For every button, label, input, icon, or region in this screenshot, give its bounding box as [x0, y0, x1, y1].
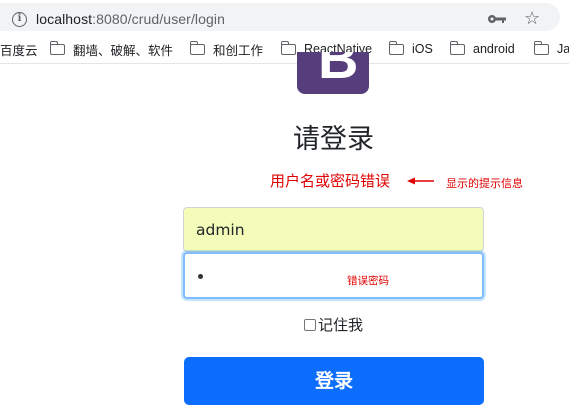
username-input[interactable]: admin — [183, 207, 484, 252]
bookmark-folder-fanqiang[interactable]: 翻墙、破解、软件 — [49, 40, 174, 58]
error-message: 用户名或密码错误 — [270, 172, 391, 190]
annotation-wrong-password: 错误密码 — [347, 275, 389, 287]
arrow-left-icon — [407, 177, 434, 185]
bookmark-baiduyun[interactable]: 百度云 — [0, 40, 38, 58]
bookmark-label: 和创工作 — [213, 43, 264, 58]
folder-icon — [49, 40, 65, 55]
folder-icon — [280, 40, 296, 55]
login-button[interactable]: 登录 — [184, 357, 484, 405]
bootstrap-logo: B — [297, 52, 369, 94]
password-mask-dot — [198, 274, 203, 279]
remember-checkbox[interactable] — [304, 318, 316, 331]
address-bar[interactable]: i localhost:8080/crud/user/login ☆ — [0, 3, 560, 31]
bookmark-label: android — [473, 42, 515, 56]
username-value: admin — [196, 220, 245, 239]
bookmark-folder-android[interactable]: android — [449, 40, 515, 58]
remember-me[interactable]: 记住我 — [304, 314, 363, 335]
bookmark-label: Ja — [557, 42, 569, 56]
annotation-error-hint: 显示的提示信息 — [446, 177, 523, 190]
remember-label: 记住我 — [318, 316, 364, 334]
page-title: 请登录 — [293, 124, 374, 155]
password-input[interactable] — [183, 252, 484, 299]
folder-icon — [449, 40, 465, 55]
bookmark-folder-ios[interactable]: iOS — [388, 40, 433, 58]
bookmark-folder-ja[interactable]: Ja — [533, 40, 569, 58]
url-text[interactable]: localhost:8080/crud/user/login — [36, 11, 225, 27]
folder-icon — [533, 40, 549, 55]
bookmark-label: 翻墙、破解、软件 — [73, 43, 174, 58]
folder-icon — [388, 40, 404, 55]
bookmarks-bar: 百度云 翻墙、破解、软件 和创工作 ReactNative iOS androi… — [0, 34, 569, 64]
folder-icon — [189, 40, 205, 55]
bookmark-label: 百度云 — [0, 43, 38, 58]
key-icon[interactable] — [487, 12, 507, 26]
info-icon[interactable]: i — [12, 12, 27, 27]
logo-letter: B — [318, 52, 359, 90]
browser-toolbar: i localhost:8080/crud/user/login ☆ — [0, 0, 569, 34]
bookmark-label: iOS — [412, 42, 433, 56]
star-icon[interactable]: ☆ — [524, 8, 540, 29]
bookmark-folder-hechuang[interactable]: 和创工作 — [189, 40, 264, 58]
